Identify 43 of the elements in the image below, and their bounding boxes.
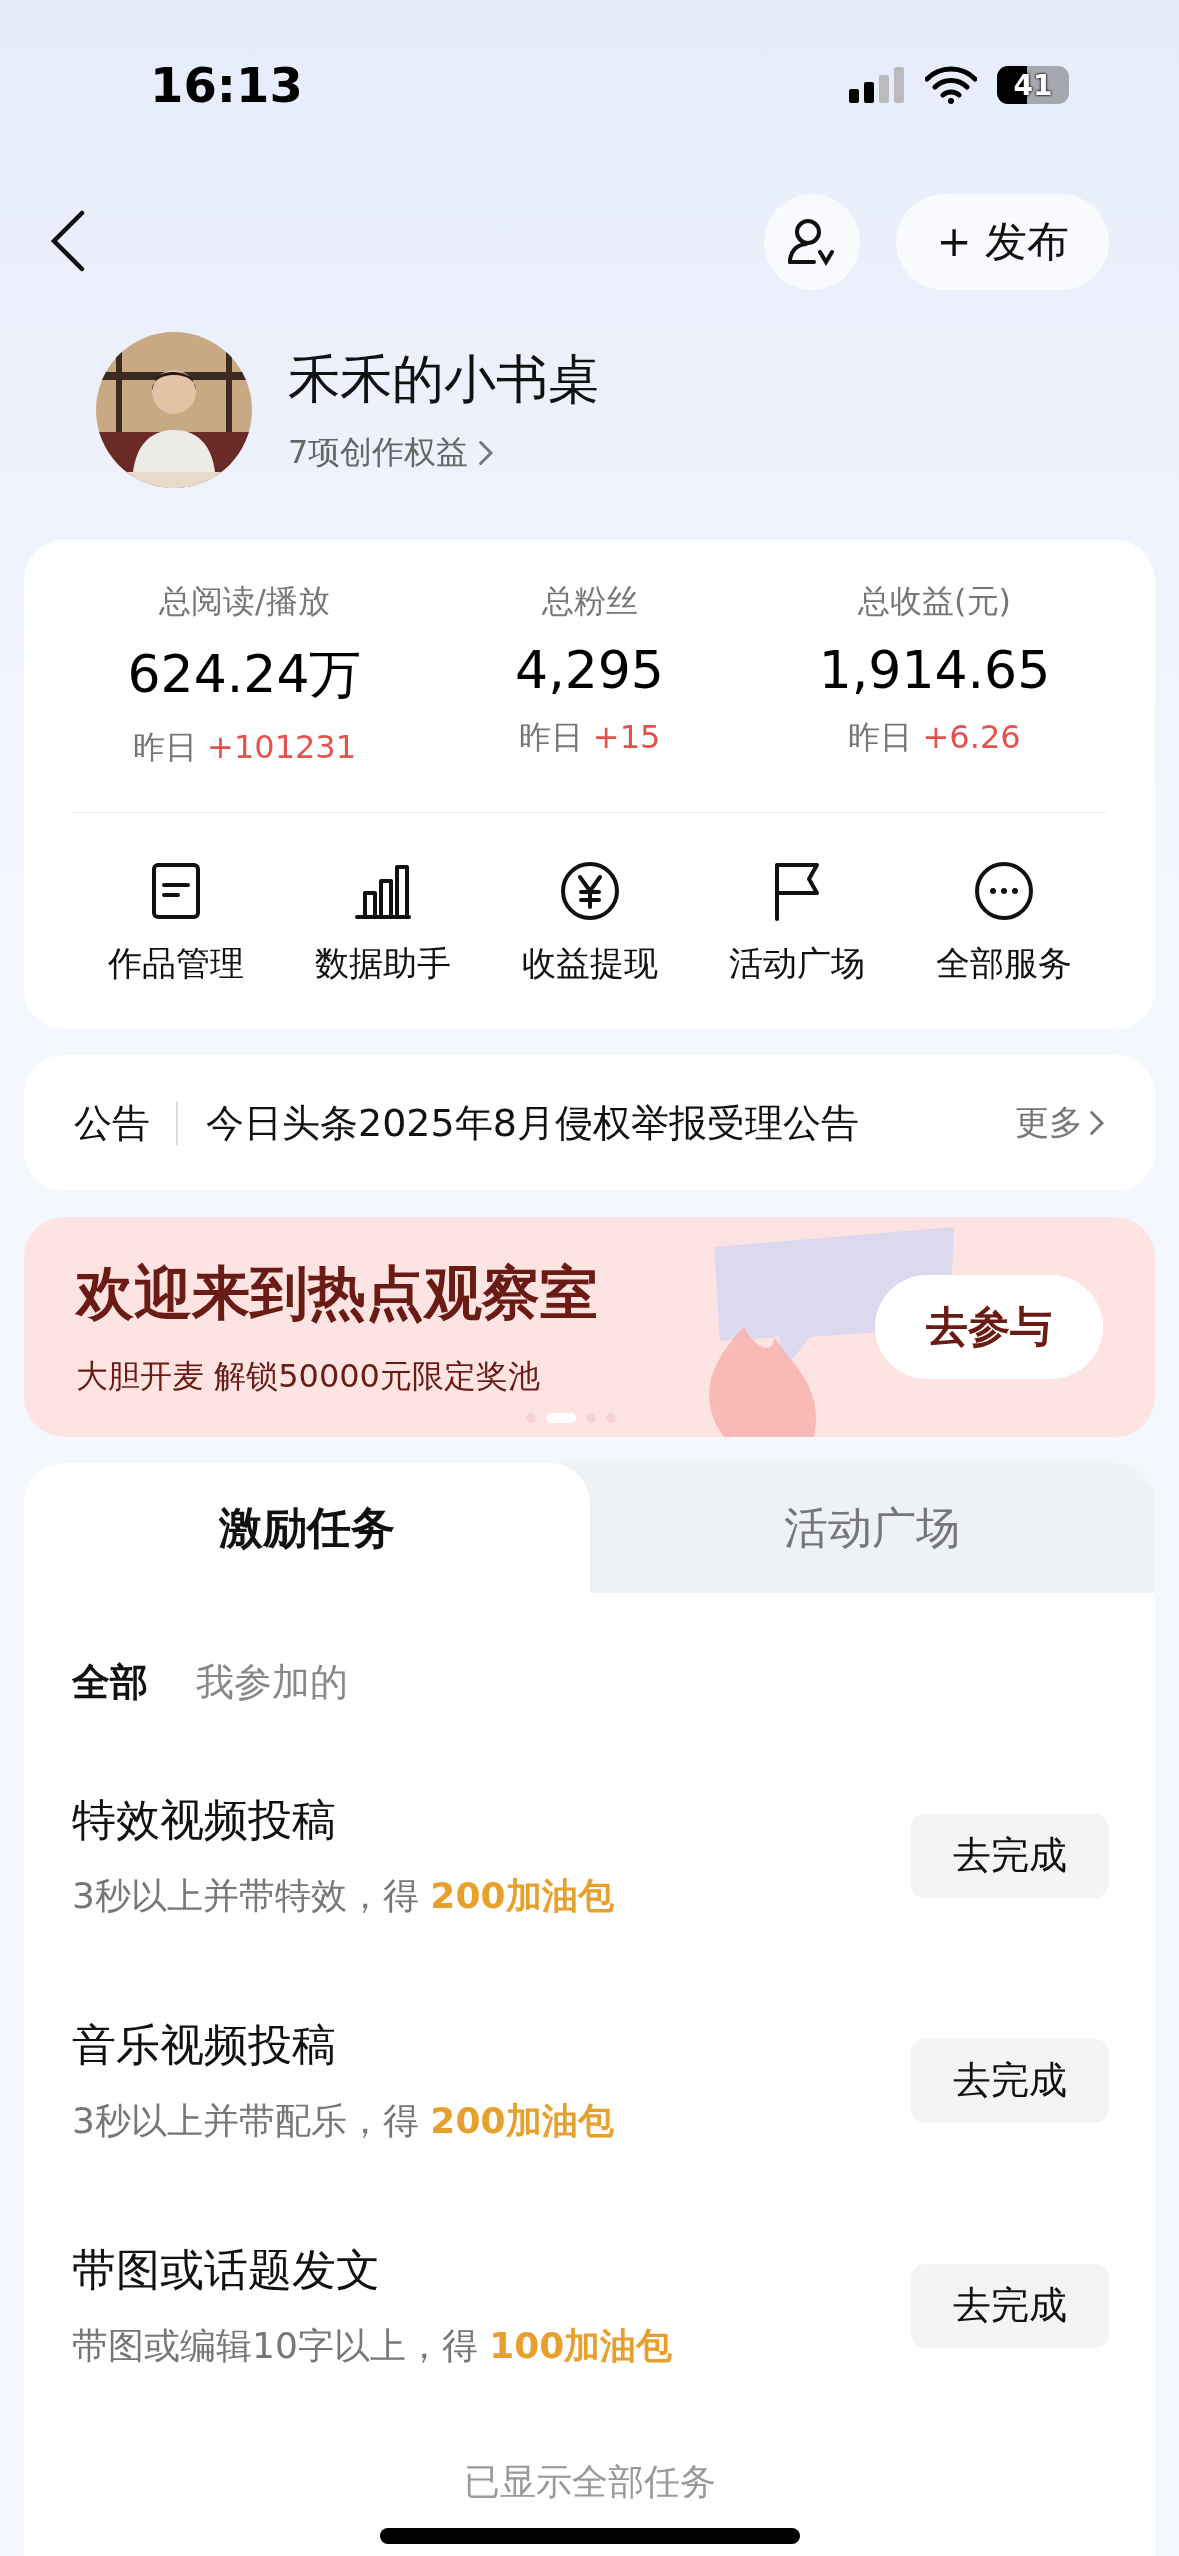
banner-subtitle: 大胆开麦 解锁50000元限定奖池 <box>76 1356 541 1397</box>
end-of-list-text: 已显示全部任务 <box>463 2461 716 2502</box>
service-item[interactable]: 作品管理 <box>72 859 279 987</box>
chevron-right-icon <box>478 440 494 466</box>
more-button[interactable]: 更多 <box>1015 1100 1105 1146</box>
stat-value: 624.24万 <box>127 643 362 706</box>
task-title: 带图或话题发文 <box>72 2242 381 2297</box>
complete-button[interactable]: 去完成 <box>911 2038 1109 2123</box>
filter-tab[interactable]: 全部 <box>72 1656 148 1708</box>
promo-banner[interactable]: 欢迎来到热点观察室 大胆开麦 解锁50000元限定奖池 去参与 <box>24 1217 1155 1437</box>
complete-button[interactable]: 去完成 <box>911 2263 1109 2348</box>
task-description: 带图或编辑10字以上，得 100加油包 <box>72 2323 673 2368</box>
task-title: 音乐视频投稿 <box>72 2017 337 2072</box>
service-item[interactable]: 数据助手 <box>279 859 486 987</box>
chevron-right-icon <box>1089 1110 1105 1136</box>
stat-value: 1,914.65 <box>818 640 1051 700</box>
filter-tab[interactable]: 我参加的 <box>196 1656 348 1708</box>
service-item[interactable]: 全部服务 <box>900 859 1107 987</box>
stat-delta: 昨日 +101231 <box>132 727 357 768</box>
task-tab[interactable]: 激励任务 <box>24 1463 590 1593</box>
wifi-icon <box>925 66 977 104</box>
task-description: 3秒以上并带配乐，得 200加油包 <box>72 2098 614 2143</box>
task-tab[interactable]: 活动广场 <box>589 1463 1155 1593</box>
stat-delta: 昨日 +15 <box>518 717 661 758</box>
task-description: 3秒以上并带特效，得 200加油包 <box>72 1873 614 1918</box>
stat-label: 总阅读/播放 <box>159 581 330 622</box>
creator-benefits-link[interactable]: 7项创作权益 <box>288 431 469 475</box>
service-item[interactable]: 收益提现 <box>486 859 693 987</box>
service-item[interactable]: 活动广场 <box>693 859 900 987</box>
stat-delta: 昨日 +6.26 <box>848 717 1021 758</box>
account-name: 禾禾的小书桌 <box>288 348 600 411</box>
join-button[interactable]: 去参与 <box>875 1275 1103 1379</box>
stat-label: 总收益(元) <box>858 581 1011 622</box>
publish-button[interactable]: + 发布 <box>896 194 1109 290</box>
notice-tag: 公告 <box>74 1101 178 1145</box>
notice-link[interactable]: 今日头条2025年8月侵权举报受理公告 <box>206 1097 859 1149</box>
stat-label: 总粉丝 <box>541 581 638 622</box>
status-time: 16:13 <box>150 57 303 113</box>
signal-icon <box>849 67 905 103</box>
stat-value: 4,295 <box>515 640 664 700</box>
banner-title: 欢迎来到热点观察室 <box>76 1258 598 1329</box>
complete-button[interactable]: 去完成 <box>911 1813 1109 1898</box>
task-title: 特效视频投稿 <box>72 1792 337 1847</box>
